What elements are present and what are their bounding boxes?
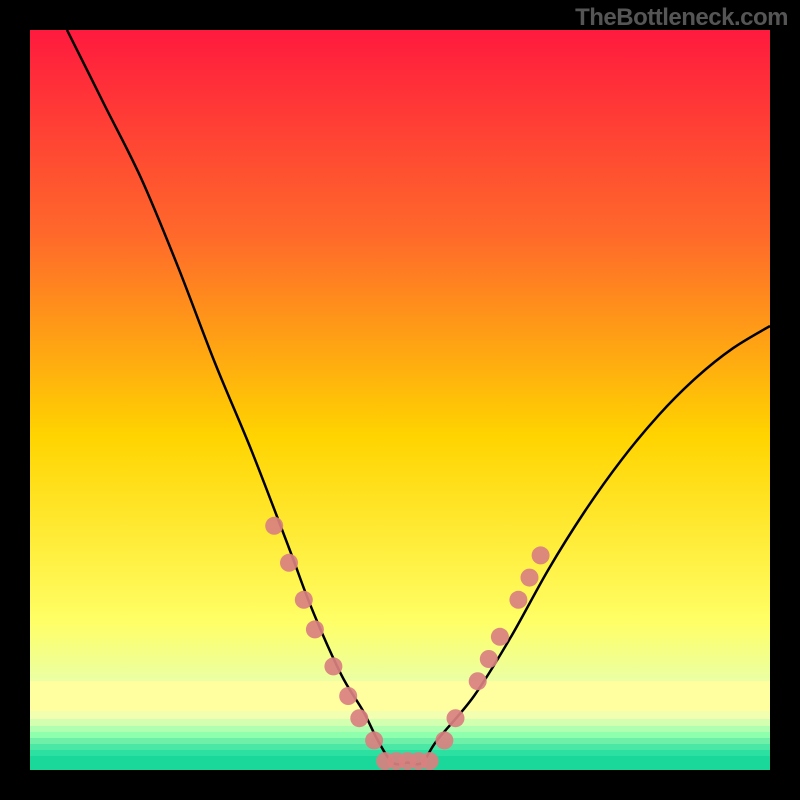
attribution-text: TheBottleneck.com xyxy=(575,4,788,32)
data-marker xyxy=(491,628,509,646)
data-marker xyxy=(532,546,550,564)
data-marker xyxy=(306,620,324,638)
chart-container: TheBottleneck.com xyxy=(0,0,800,800)
data-marker xyxy=(421,752,439,770)
data-marker xyxy=(521,569,539,587)
data-marker xyxy=(509,591,527,609)
data-marker xyxy=(295,591,313,609)
data-marker xyxy=(365,731,383,749)
bottom-stripe xyxy=(30,681,770,712)
data-marker xyxy=(265,517,283,535)
data-marker xyxy=(447,709,465,727)
data-marker xyxy=(350,709,368,727)
bottom-stripe xyxy=(30,719,770,727)
gradient-background xyxy=(30,30,770,770)
plot-area xyxy=(30,30,770,770)
bottom-stripe xyxy=(30,732,770,739)
bottom-stripe xyxy=(30,744,770,751)
bottom-stripe xyxy=(30,738,770,745)
data-marker xyxy=(339,687,357,705)
data-marker xyxy=(324,657,342,675)
data-marker xyxy=(469,672,487,690)
bottom-stripe xyxy=(30,726,770,733)
data-marker xyxy=(435,731,453,749)
bottom-stripe xyxy=(30,711,770,720)
data-marker xyxy=(280,554,298,572)
chart-svg xyxy=(30,30,770,770)
data-marker xyxy=(480,650,498,668)
